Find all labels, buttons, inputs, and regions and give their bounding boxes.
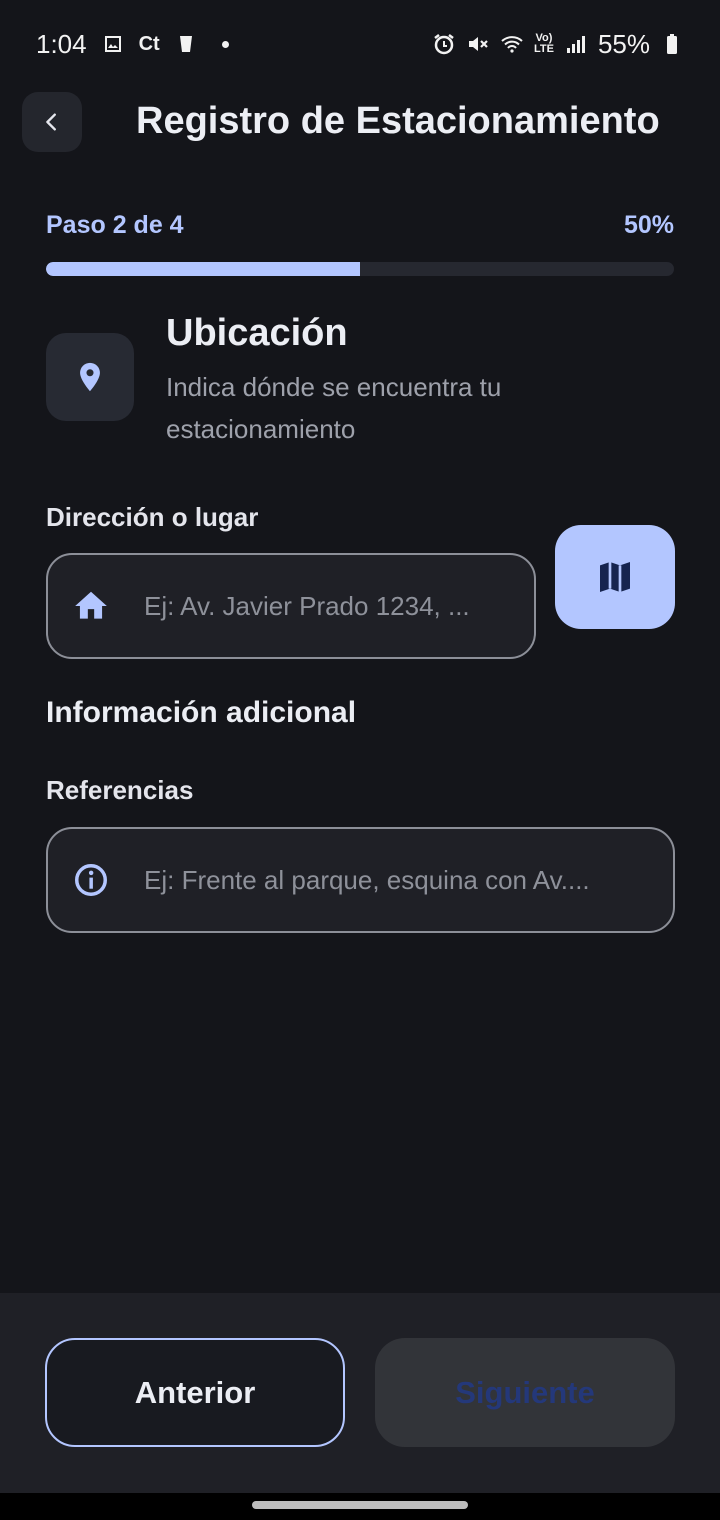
carrier-icon: Ct [138,32,160,55]
progress-step-label: Paso 2 de 4 [46,211,184,239]
section-icon-container [46,333,134,421]
previous-button[interactable]: Anterior [45,1338,345,1447]
page-title: Registro de Estacionamiento [136,100,660,142]
references-label: Referencias [46,775,194,805]
wifi-icon [500,32,524,56]
chevron-left-icon [46,113,56,131]
location-pin-icon [80,362,100,392]
references-input-placeholder: Ej: Frente al parque, esquina con Av.... [144,864,590,895]
battery-text: 55% [597,28,650,59]
signal-icon [564,32,588,56]
status-left: 1:04 Ct [36,29,229,60]
status-right: Vo) LTE 55% [432,29,684,60]
references-input[interactable]: Ej: Frente al parque, esquina con Av.... [46,827,675,933]
volte-icon: Vo) LTE [533,32,554,55]
image-icon [101,32,125,56]
dot-icon [221,40,229,48]
cup-icon [174,32,198,56]
map-icon [600,562,630,592]
status-bar: 1:04 Ct Vo) LTE 55% [0,0,720,88]
battery-icon [660,32,684,56]
app-header: Registro de Estacionamiento [0,92,720,156]
back-button[interactable] [22,92,82,152]
alarm-icon [432,32,456,56]
info-icon [75,864,107,896]
address-input-placeholder: Ej: Av. Javier Prado 1234, ... [144,590,470,621]
status-time: 1:04 [36,28,87,59]
progress-bar [46,262,674,276]
additional-info-heading: Información adicional [46,696,357,729]
section-title: Ubicación [166,312,348,354]
address-label: Dirección o lugar [46,502,259,532]
home-icon [75,591,107,619]
progress-bar-fill [46,262,360,276]
address-input[interactable]: Ej: Av. Javier Prado 1234, ... [46,553,536,659]
next-button: Siguiente [375,1338,675,1447]
progress-percent-label: 50% [623,211,674,239]
map-button[interactable] [555,525,675,629]
home-indicator[interactable] [252,1501,468,1509]
mute-icon [466,32,490,56]
section-subtitle: Indica dónde se encuentra tu estacionami… [166,372,502,444]
